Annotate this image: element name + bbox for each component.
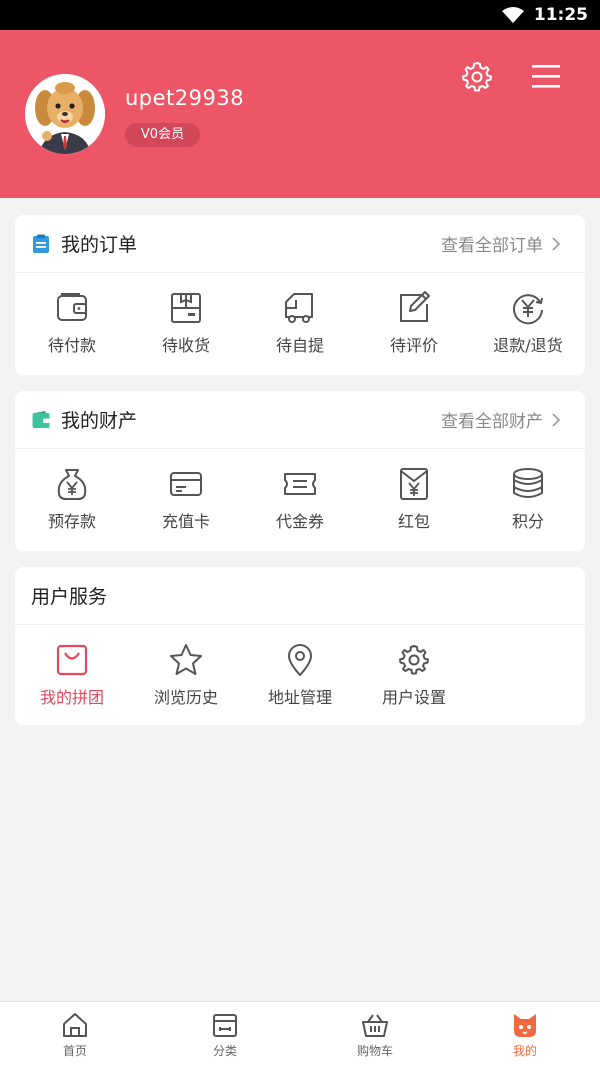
- home-icon: [63, 1013, 87, 1037]
- location-icon: [288, 644, 312, 676]
- service-item-label: 地址管理: [267, 688, 332, 707]
- wallet-green-icon: [32, 410, 50, 428]
- orders-title: 我的订单: [61, 234, 138, 256]
- clipboard-icon: [33, 234, 49, 253]
- asset-item-label: 积分: [511, 512, 544, 531]
- truck-icon: [285, 293, 313, 323]
- services-title: 用户服务: [31, 586, 108, 608]
- chevron-right-icon: [552, 236, 561, 251]
- cat-face-icon: [514, 1014, 536, 1037]
- asset-item-label: 充值卡: [161, 512, 210, 531]
- orders-card: 我的订单 查看全部订单 待付款 待收货 待自提 待评价 退款/退货: [15, 215, 585, 375]
- ticket-icon: [284, 473, 316, 495]
- orders-card-header: 我的订单 查看全部订单: [15, 215, 585, 273]
- service-my-group-buy[interactable]: 我的拼团: [15, 625, 129, 725]
- avatar[interactable]: [25, 74, 105, 154]
- wallet-icon: [57, 293, 87, 321]
- star-icon: [170, 644, 202, 675]
- order-pending-receipt[interactable]: 待收货: [129, 273, 243, 373]
- asset-item-label: 代金券: [275, 512, 324, 531]
- bag-icon: [56, 644, 88, 676]
- profile-header: upet29938 V0会员: [0, 30, 600, 198]
- order-refund[interactable]: 退款/退货: [471, 273, 585, 373]
- service-item-label: 用户设置: [381, 688, 446, 707]
- order-pending-review[interactable]: 待评价: [357, 273, 471, 373]
- asset-recharge-card[interactable]: 充值卡: [129, 449, 243, 549]
- chevron-right-icon: [552, 412, 561, 427]
- wifi-icon: [501, 7, 524, 23]
- hamburger-menu-icon: [532, 65, 560, 88]
- orders-grid: 待付款 待收货 待自提 待评价 退款/退货: [15, 273, 585, 373]
- asset-prepaid[interactable]: 预存款: [15, 449, 129, 549]
- nav-home[interactable]: 首页: [0, 1002, 150, 1068]
- status-bar: 11:25: [0, 0, 600, 30]
- coins-icon: [513, 468, 543, 498]
- gear-icon: [462, 62, 492, 92]
- nav-label: 分类: [212, 1044, 237, 1058]
- asset-item-label: 红包: [397, 512, 430, 531]
- order-item-label: 退款/退货: [493, 336, 563, 355]
- money-bag-icon: [57, 469, 87, 500]
- order-item-label: 待付款: [47, 336, 96, 355]
- service-item-label: 我的拼团: [39, 688, 104, 707]
- nav-label: 购物车: [356, 1044, 393, 1058]
- assets-grid: 预存款 充值卡 代金券 红包 积分: [15, 449, 585, 549]
- nav-mine[interactable]: 我的: [450, 1002, 600, 1068]
- asset-red-packet[interactable]: 红包: [357, 449, 471, 549]
- order-pending-pickup[interactable]: 待自提: [243, 273, 357, 373]
- dog-avatar-icon: [25, 74, 105, 154]
- service-browse-history[interactable]: 浏览历史: [129, 625, 243, 725]
- asset-voucher[interactable]: 代金券: [243, 449, 357, 549]
- asset-item-label: 预存款: [47, 512, 96, 531]
- services-card: 用户服务 我的拼团 浏览历史 地址管理 用户设置: [15, 567, 585, 725]
- view-all-orders-label: 查看全部订单: [441, 236, 543, 256]
- asset-points[interactable]: 积分: [471, 449, 585, 549]
- services-grid: 我的拼团 浏览历史 地址管理 用户设置: [15, 625, 585, 725]
- cart-icon: [362, 1014, 388, 1037]
- nav-category[interactable]: 分类: [150, 1002, 300, 1068]
- service-address-management[interactable]: 地址管理: [243, 625, 357, 725]
- member-level-badge[interactable]: V0会员: [125, 123, 200, 147]
- username: upet29938: [125, 86, 245, 110]
- service-user-settings[interactable]: 用户设置: [357, 625, 471, 725]
- services-card-header: 用户服务: [15, 567, 585, 625]
- menu-button[interactable]: [528, 58, 564, 94]
- order-item-label: 待收货: [161, 336, 210, 355]
- assets-card: 我的财产 查看全部财产 预存款 充值卡 代金券 红包 积分: [15, 391, 585, 551]
- assets-card-header: 我的财产 查看全部财产: [15, 391, 585, 449]
- order-item-label: 待自提: [275, 336, 324, 355]
- service-item-label: 浏览历史: [153, 688, 218, 707]
- card-icon: [170, 472, 202, 496]
- view-all-assets-label: 查看全部财产: [441, 412, 543, 432]
- nav-cart[interactable]: 购物车: [300, 1002, 450, 1068]
- order-item-label: 待评价: [389, 336, 438, 355]
- order-pending-payment[interactable]: 待付款: [15, 273, 129, 373]
- settings-button[interactable]: [459, 58, 495, 94]
- red-packet-icon: [400, 468, 428, 500]
- status-time: 11:25: [533, 5, 588, 25]
- view-all-orders-link[interactable]: 查看全部订单: [441, 231, 561, 256]
- nav-label: 我的: [512, 1044, 537, 1058]
- edit-icon: [400, 291, 430, 322]
- bottom-navigation: 首页 分类 购物车 我的: [0, 1001, 600, 1068]
- refund-icon: [513, 294, 543, 325]
- assets-title: 我的财产: [61, 410, 138, 432]
- category-icon: [213, 1014, 237, 1037]
- box-icon: [171, 293, 201, 323]
- view-all-assets-link[interactable]: 查看全部财产: [441, 407, 561, 432]
- nav-label: 首页: [62, 1044, 87, 1058]
- gear-icon: [399, 645, 429, 675]
